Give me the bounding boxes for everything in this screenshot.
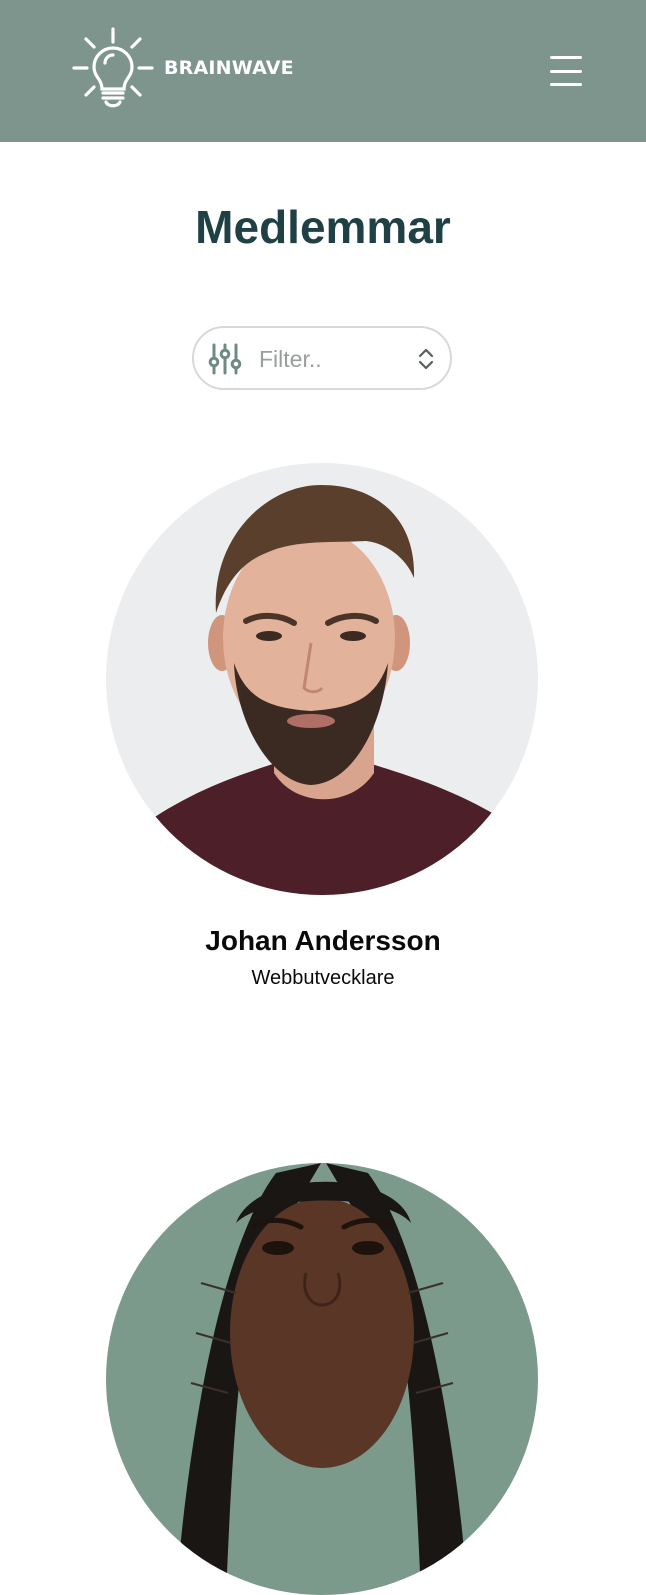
site-header: BRAINWAVE [0,0,646,142]
member-role: Webbutvecklare [251,967,395,989]
chevron-up-down-icon [418,348,434,370]
hamburger-menu-icon [550,56,582,59]
brand-name: BRAINWAVE [164,57,294,79]
member-avatar [106,463,538,895]
member-photo [106,463,538,895]
filter-select[interactable]: Filter.. [192,326,452,390]
member-name: Johan Andersson [205,925,441,956]
member-avatar [106,1163,538,1595]
lightbulb-icon [72,27,154,108]
sliders-icon [208,343,242,375]
brand-logo-link[interactable]: BRAINWAVE [72,27,294,109]
menu-button[interactable] [546,54,586,88]
filter-placeholder: Filter.. [259,346,322,372]
member-photo [106,1163,538,1595]
page-title: Medlemmar [195,201,451,253]
